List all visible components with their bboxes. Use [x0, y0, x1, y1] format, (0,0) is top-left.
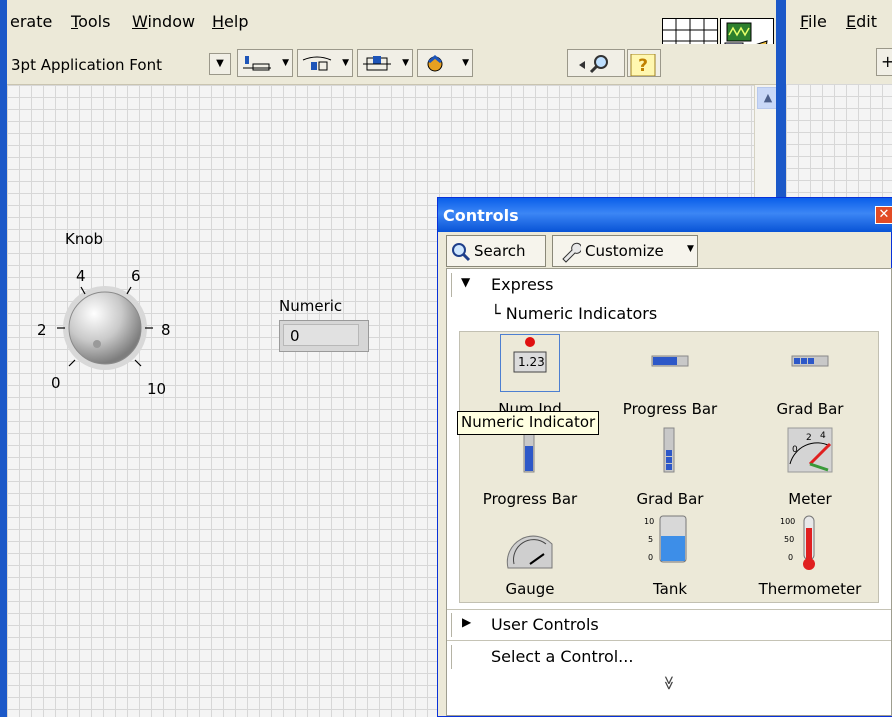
menu-window[interactable]: Window [132, 12, 195, 31]
progress-bar-horizontal-icon [640, 334, 700, 392]
knob-scale-6: 6 [131, 267, 141, 285]
knob-scale-4: 4 [76, 267, 86, 285]
palette-item-meter[interactable]: 0 2 4 Meter [740, 424, 880, 514]
grad-bar-horizontal-icon [780, 334, 840, 392]
svg-text:?: ? [638, 56, 648, 76]
thermometer-tick: 100 [780, 517, 795, 526]
express-label: Express [491, 275, 554, 294]
knob-scale-10: 10 [147, 380, 167, 398]
palette-item-progress-bar-vertical[interactable]: Progress Bar [460, 424, 600, 514]
context-help-icon[interactable]: ? [627, 49, 661, 77]
align-objects-button[interactable]: ▼ [237, 49, 293, 77]
palette-title-bar[interactable]: Controls ✕ [438, 198, 892, 232]
thermometer-icon: 100 50 0 [780, 514, 840, 572]
menu-tools[interactable]: Tools [71, 12, 110, 31]
chevron-down-icon[interactable]: ▼ [209, 53, 231, 75]
breadcrumb: └ Numeric Indicators [447, 301, 892, 327]
palette-item-gauge[interactable]: Gauge [460, 514, 600, 604]
palette-item-label: Thermometer [758, 580, 862, 598]
search-label: Search [474, 242, 526, 260]
knob-scale-2: 2 [37, 321, 47, 339]
menu-edit[interactable]: Edit [846, 12, 877, 31]
search-icon [452, 243, 471, 262]
expand-right-icon: ▶ [462, 615, 472, 629]
tree-item-select-control[interactable]: Select a Control... [447, 643, 892, 671]
thermometer-tick: 0 [788, 553, 793, 562]
palette-item-label: Progress Bar [622, 400, 718, 418]
menu-operate[interactable]: erate [10, 12, 52, 31]
scroll-up-icon[interactable]: ▲ [757, 87, 776, 109]
tree-item-user-controls[interactable]: ▶ User Controls [447, 611, 892, 639]
tooltip: Numeric Indicator [457, 411, 600, 435]
tank-icon: 10 5 0 [640, 514, 700, 572]
palette-item-label: Tank [652, 580, 688, 598]
chevron-down-icon: ▼ [687, 244, 694, 254]
customize-button[interactable]: Customize ▼ [552, 235, 698, 267]
numeric-indicator[interactable]: 0 [279, 320, 369, 352]
palette-item-label: Gauge [505, 580, 555, 598]
palette-title: Controls [443, 206, 519, 225]
expand-more-icon[interactable]: ≫ [660, 676, 676, 691]
meter-tick: 2 [806, 433, 812, 443]
knob-scale-8: 8 [161, 321, 171, 339]
numeric-value: 0 [290, 327, 300, 345]
knob-label: Knob [65, 230, 104, 248]
breadcrumb-numeric-indicators: └ Numeric Indicators [491, 304, 658, 323]
palette-item-label: Progress Bar [482, 490, 578, 508]
search-icon[interactable] [567, 49, 625, 77]
numeric-label: Numeric [279, 297, 343, 315]
grad-bar-vertical-icon [640, 424, 700, 482]
meter-icon: 0 2 4 [780, 424, 840, 482]
font-select-value: 3pt Application Font [11, 56, 162, 74]
palette-item-label: Grad Bar [636, 490, 704, 508]
operate-tool-button[interactable]: + [876, 48, 892, 76]
search-button[interactable]: Search [446, 235, 546, 267]
close-icon[interactable]: ✕ [875, 206, 892, 224]
palette-item-tank[interactable]: 10 5 0 Tank [600, 514, 740, 604]
palette-tree: ▼ Express └ Numeric Indicators 1.23 Num … [446, 268, 892, 716]
palette-item-thermometer[interactable]: 100 50 0 Thermometer [740, 514, 880, 604]
tree-item-express[interactable]: ▼ Express [447, 271, 892, 299]
select-control-label: Select a Control... [491, 647, 634, 666]
thermometer-tick: 50 [784, 535, 794, 544]
customize-label: Customize [585, 242, 664, 260]
menu-file[interactable]: File [800, 12, 827, 31]
distribute-objects-button[interactable]: ▼ [297, 49, 353, 77]
palette-item-progress-bar-horizontal[interactable]: Progress Bar [600, 334, 740, 424]
meter-tick: 0 [792, 445, 798, 455]
palette-item-grad-bar-horizontal[interactable]: Grad Bar [740, 334, 880, 424]
num-ind-value: 1.23 [518, 355, 545, 369]
tank-tick: 0 [648, 553, 653, 562]
meter-tick: 4 [820, 431, 826, 441]
toolbar: 3pt Application Font ▼ ▼ ▼ ▼ ▼ ? [7, 44, 776, 85]
tank-tick: 10 [644, 517, 654, 526]
numeric-indicator-icon: 1.23 [500, 334, 560, 392]
palette-item-grad-bar-vertical[interactable]: Grad Bar [600, 424, 740, 514]
menu-help[interactable]: Help [212, 12, 248, 31]
gauge-icon [500, 514, 560, 572]
expand-down-icon: ▼ [461, 275, 471, 289]
font-select[interactable]: 3pt Application Font ▼ [9, 49, 237, 77]
wrench-icon [562, 242, 581, 263]
controls-palette: Controls ✕ Search Customize ▼ ▼ Express … [437, 197, 892, 717]
palette-item-label: Meter [788, 490, 832, 508]
tank-tick: 5 [648, 535, 653, 544]
menu-bar: erate Tools Window Help 2 [7, 0, 776, 64]
resize-objects-button[interactable]: ▼ [357, 49, 413, 77]
block-diagram-canvas[interactable] [786, 84, 892, 204]
palette-item-label: Grad Bar [776, 400, 844, 418]
knob-scale-0: 0 [51, 374, 61, 392]
user-controls-label: User Controls [491, 615, 599, 634]
palette-icon-grid: 1.23 Num Ind Progress Bar Grad Bar Progr… [459, 331, 879, 603]
reorder-button[interactable]: ▼ [417, 49, 473, 77]
